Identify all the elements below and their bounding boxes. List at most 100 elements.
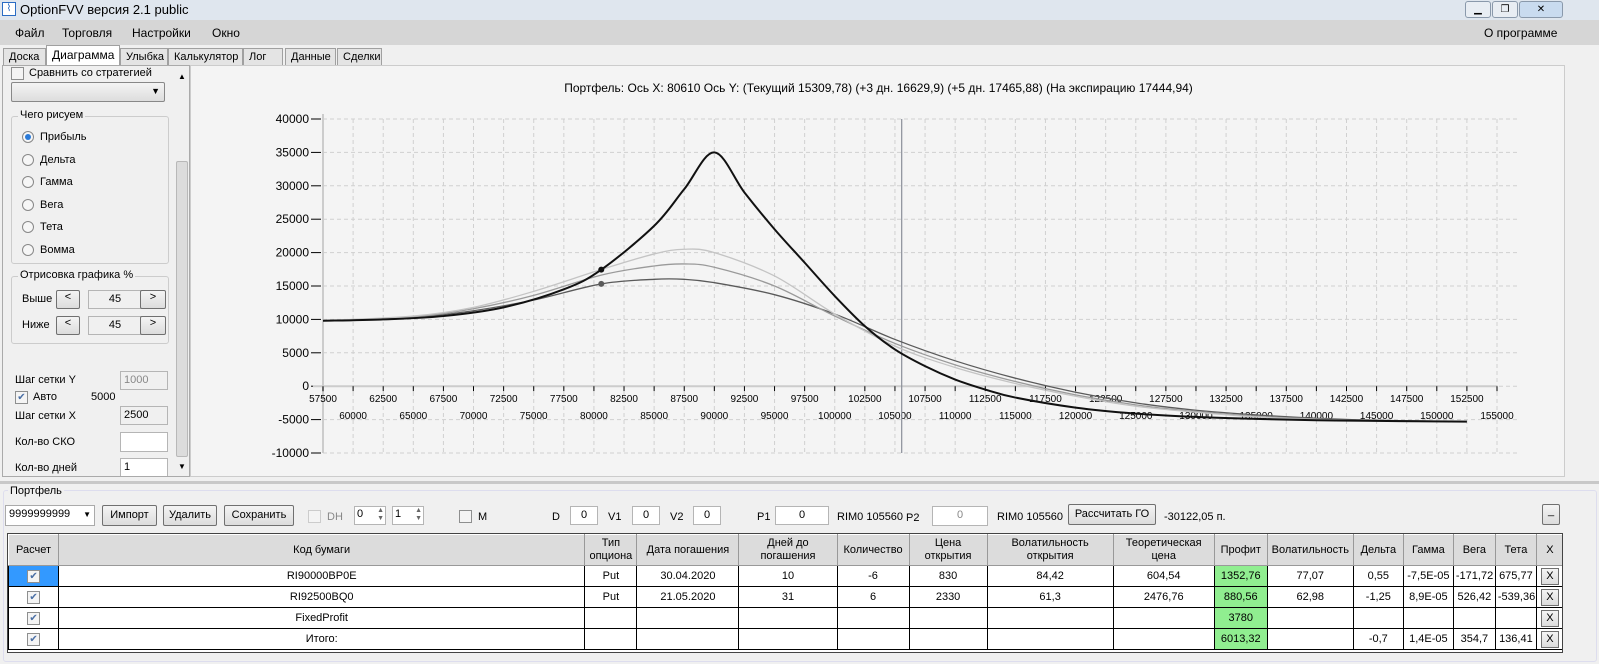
radio-button[interactable] [22, 198, 34, 211]
scroll-down-icon[interactable]: ▼ [178, 462, 186, 471]
scroll-up-icon[interactable]: ▲ [178, 72, 186, 81]
table-row[interactable]: ✔ FixedProfit 3780 X [8, 607, 1562, 629]
sko-input[interactable] [120, 432, 168, 452]
tab-data[interactable]: Данные [285, 48, 336, 66]
tab-smile[interactable]: Улыбка [120, 48, 168, 66]
radio-button[interactable] [22, 131, 34, 143]
dh-spinner-1[interactable]: 0 ▲ ▼ [354, 506, 386, 525]
delete-row-button[interactable]: X [1540, 567, 1559, 585]
menu-file[interactable]: Файл [15, 26, 45, 40]
v1-input[interactable]: 0 [632, 506, 660, 525]
column-header[interactable]: Волатильность [1266, 534, 1354, 566]
m-checkbox[interactable] [459, 510, 472, 523]
x-tick-label: 95000 [761, 411, 789, 422]
scrollbar-thumb[interactable] [176, 161, 188, 457]
table-cell [1266, 607, 1354, 629]
tab-log[interactable]: Лог [243, 48, 283, 66]
column-header[interactable]: Код бумаги [58, 534, 586, 566]
delete-row-button[interactable]: X [1540, 588, 1559, 606]
column-header[interactable]: Дата погашения [636, 534, 740, 566]
below-increase-button[interactable]: > [140, 316, 166, 335]
spinner-arrows-icon[interactable]: ▲ ▼ [377, 507, 384, 523]
compare-label: Сравнить со стратегией [29, 67, 152, 79]
menu-window[interactable]: Окно [212, 26, 240, 40]
restore-window-icon[interactable]: ❐ [1492, 1, 1518, 18]
p2-input[interactable]: 0 [932, 506, 988, 526]
tab-calculator[interactable]: Калькулятор [168, 48, 243, 66]
import-button[interactable]: Импорт [102, 505, 157, 526]
calc-cell[interactable]: ✔ [8, 628, 60, 650]
column-header[interactable]: Гамма [1402, 534, 1454, 566]
grid-y-input[interactable]: 1000 [120, 371, 168, 390]
x-tick-label: 112500 [969, 394, 1002, 405]
v2-input[interactable]: 0 [693, 506, 721, 525]
delete-row-button[interactable]: X [1540, 630, 1559, 648]
column-header[interactable]: Вега [1452, 534, 1496, 566]
y-tick-label: 10000 [276, 312, 310, 326]
tab-diagram[interactable]: Диаграмма [46, 45, 120, 66]
strategy-dropdown[interactable]: ▼ [11, 82, 165, 102]
table-cell [584, 607, 638, 629]
menu-trading[interactable]: Торговля [62, 26, 112, 40]
calc-cell[interactable]: ✔ [8, 565, 60, 587]
calc-checkbox[interactable]: ✔ [27, 569, 41, 583]
column-header[interactable]: Волатильность открытия [986, 534, 1114, 566]
table-row[interactable]: ✔ RI90000BP0E Put 30.04.2020 10 -6 830 84,42 604… [8, 565, 1562, 587]
column-header[interactable]: Теоретическая цена [1112, 534, 1215, 566]
menu-settings[interactable]: Настройки [132, 26, 191, 40]
save-button[interactable]: Сохранить [224, 505, 294, 526]
radio-button[interactable] [22, 176, 34, 188]
auto-checkbox[interactable]: ✔ [15, 391, 28, 404]
column-header[interactable]: Тета [1494, 534, 1537, 566]
days-input[interactable]: 1 [120, 458, 168, 476]
calc-cell[interactable]: ✔ [8, 586, 60, 608]
below-value: 45 [88, 316, 142, 335]
delete-row-button[interactable]: X [1540, 609, 1559, 627]
column-header[interactable]: Тип опциона [584, 534, 638, 566]
minimize-window-icon[interactable]: ▁ [1465, 1, 1491, 18]
delete-button[interactable]: Удалить [163, 505, 217, 526]
minimize-panel-button[interactable]: _ [1542, 504, 1560, 525]
payoff-chart[interactable]: -10000 -5000 0 5000 10000 15000 20000 25000 3000… [191, 66, 1566, 478]
left-scrollbar[interactable]: ▲ ▼ [175, 66, 189, 476]
compare-checkbox[interactable] [11, 67, 24, 80]
menu-about[interactable]: О программе [1484, 26, 1557, 40]
x-tick-label: 155000 [1480, 411, 1514, 422]
below-decrease-button[interactable]: < [56, 316, 80, 335]
calculate-go-button[interactable]: Рассчитать ГО [1068, 504, 1156, 525]
x-tick-label: 67500 [430, 394, 458, 405]
calc-cell[interactable]: ✔ [8, 607, 60, 629]
column-header[interactable]: Расчет [8, 534, 60, 566]
above-decrease-button[interactable]: < [56, 290, 80, 309]
column-header[interactable]: Дней до погашения [738, 534, 838, 566]
column-header[interactable]: Профит [1213, 534, 1268, 566]
column-header[interactable]: Цена открытия [908, 534, 988, 566]
tab-deals[interactable]: Сделки [337, 48, 382, 66]
spinner-arrows-icon[interactable]: ▲ ▼ [415, 507, 422, 523]
radio-button[interactable] [22, 153, 34, 166]
account-dropdown[interactable]: 9999999999 ▼ [5, 505, 95, 526]
dh-checkbox[interactable] [308, 510, 321, 523]
splitter[interactable] [0, 481, 1599, 484]
grid-x-input[interactable]: 2500 [120, 406, 168, 425]
cursor-marker [598, 266, 605, 273]
radio-button[interactable] [22, 221, 34, 233]
calc-checkbox[interactable]: ✔ [27, 632, 41, 646]
table-row[interactable]: ✔ RI92500BQ0 Put 21.05.2020 31 6 2330 61,3 2476,… [8, 586, 1562, 608]
table-cell: 61,3 [986, 586, 1114, 608]
d-input[interactable]: 0 [570, 506, 598, 525]
column-header[interactable]: Количество [836, 534, 910, 566]
radio-button[interactable] [22, 243, 34, 256]
dh-spinner-2[interactable]: 1 ▲ ▼ [392, 506, 424, 525]
calc-checkbox[interactable]: ✔ [27, 590, 41, 604]
table-row[interactable]: ✔ Итого: 6013,32 -0,7 1,4E-05 354,7 136,41 X [8, 628, 1562, 650]
column-header[interactable]: Дельта [1352, 534, 1404, 566]
calc-checkbox[interactable]: ✔ [27, 611, 41, 625]
above-increase-button[interactable]: > [140, 290, 166, 309]
tab-board[interactable]: Доска [3, 48, 46, 66]
p1-input[interactable]: 0 [775, 506, 829, 525]
table-cell [1112, 607, 1215, 629]
table-cell [908, 607, 988, 629]
close-window-icon[interactable]: ✕ [1519, 1, 1563, 18]
column-header[interactable]: X [1535, 534, 1562, 566]
